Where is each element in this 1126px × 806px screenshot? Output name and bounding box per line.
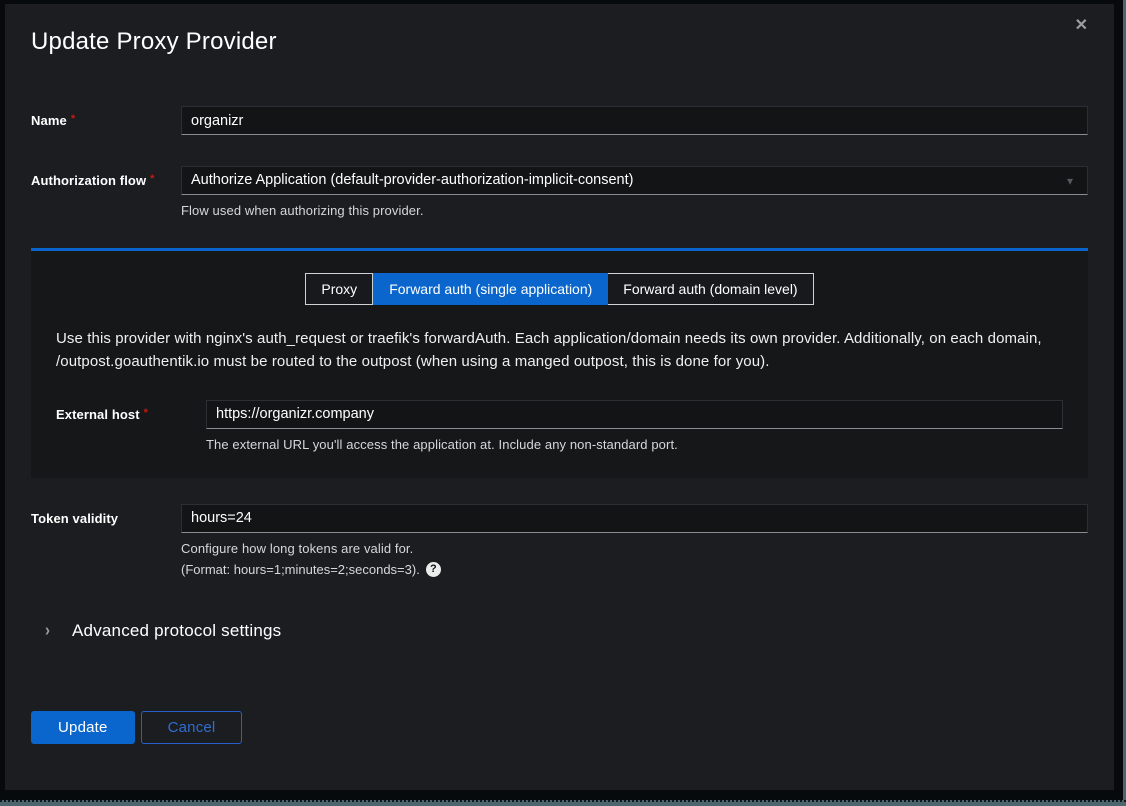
window-frame-bottom-edge xyxy=(0,800,1126,806)
authorization-flow-label: Authorization flow * xyxy=(31,166,181,188)
external-host-field-wrap: The external URL you'll access the appli… xyxy=(206,400,1063,452)
tab-forward-auth-single[interactable]: Forward auth (single application) xyxy=(373,273,608,305)
external-host-label-text: External host xyxy=(56,407,140,422)
required-asterisk: * xyxy=(150,173,154,185)
advanced-settings-toggle[interactable]: › Advanced protocol settings xyxy=(45,621,281,641)
update-button[interactable]: Update xyxy=(31,711,135,744)
authorization-flow-select[interactable]: Authorize Application (default-provider-… xyxy=(181,166,1088,195)
proxy-mode-card: Proxy Forward auth (single application) … xyxy=(31,248,1088,478)
external-host-row: External host * The external URL you'll a… xyxy=(56,400,1063,452)
mode-toggle-group: Proxy Forward auth (single application) … xyxy=(56,273,1063,305)
chevron-right-icon: › xyxy=(45,621,50,641)
tab-forward-auth-domain[interactable]: Forward auth (domain level) xyxy=(608,273,813,305)
help-circle-icon[interactable]: ? xyxy=(426,562,441,577)
token-validity-help-1: Configure how long tokens are valid for. xyxy=(181,541,1088,556)
name-label-text: Name xyxy=(31,113,67,128)
token-validity-input[interactable] xyxy=(181,504,1088,533)
modal-footer: Update Cancel xyxy=(5,711,1114,744)
external-host-input[interactable] xyxy=(206,400,1063,429)
modal-header: Update Proxy Provider ✕ xyxy=(5,4,1114,56)
modal-title: Update Proxy Provider xyxy=(31,28,1088,56)
external-host-label: External host * xyxy=(56,400,206,422)
screen-frame: Update Proxy Provider ✕ Name * Authorizat… xyxy=(0,0,1126,806)
authorization-flow-label-text: Authorization flow xyxy=(31,173,146,188)
cancel-button[interactable]: Cancel xyxy=(141,711,243,744)
chevron-down-icon: ▾ xyxy=(1067,174,1073,188)
authorization-flow-row: Authorization flow * Authorize Applicatio… xyxy=(31,166,1088,218)
name-input[interactable] xyxy=(181,106,1088,135)
close-icon[interactable]: ✕ xyxy=(1069,12,1094,40)
mode-description: Use this provider with nginx's auth_requ… xyxy=(56,327,1063,374)
authorization-flow-help: Flow used when authorizing this provider… xyxy=(181,203,1088,218)
advanced-settings-label: Advanced protocol settings xyxy=(72,621,281,641)
external-host-help: The external URL you'll access the appli… xyxy=(206,437,1063,452)
token-validity-row: Token validity Configure how long tokens… xyxy=(31,504,1088,577)
name-field-wrap xyxy=(181,106,1088,135)
token-validity-field-wrap: Configure how long tokens are valid for.… xyxy=(181,504,1088,577)
token-validity-format-text: (Format: hours=1;minutes=2;seconds=3). xyxy=(181,562,420,577)
name-label: Name * xyxy=(31,106,181,128)
required-asterisk: * xyxy=(144,407,148,419)
update-proxy-provider-dialog: Update Proxy Provider ✕ Name * Authorizat… xyxy=(5,4,1114,790)
token-validity-help-2: (Format: hours=1;minutes=2;seconds=3). ? xyxy=(181,562,1088,577)
authorization-flow-field-wrap: Authorize Application (default-provider-… xyxy=(181,166,1088,218)
name-field-row: Name * xyxy=(31,106,1088,135)
token-validity-label: Token validity xyxy=(31,504,181,526)
tab-proxy[interactable]: Proxy xyxy=(305,273,373,305)
authorization-flow-selected-value: Authorize Application (default-provider-… xyxy=(191,172,633,188)
required-asterisk: * xyxy=(71,113,75,125)
provider-form: Name * Authorization flow * Authorize Appl… xyxy=(5,106,1114,641)
